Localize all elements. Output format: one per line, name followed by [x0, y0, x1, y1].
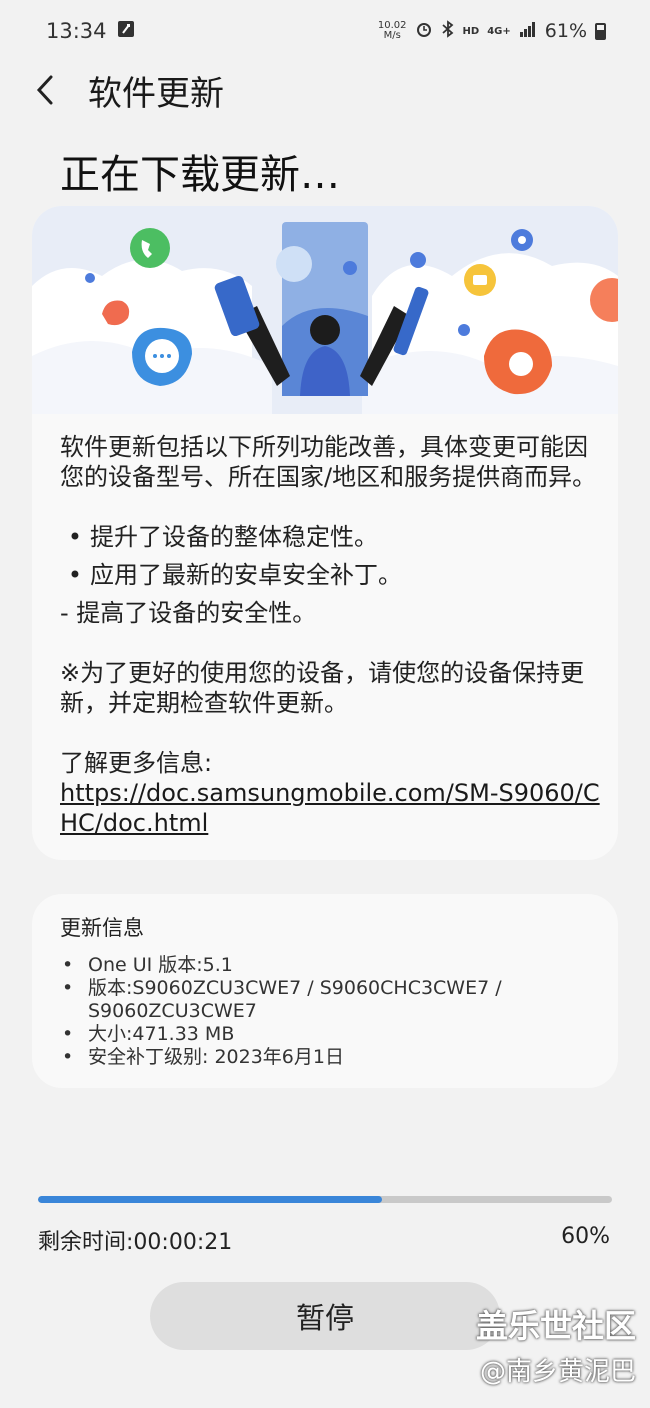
more-info-link[interactable]: https://doc.samsungmobile.com/SM-S9060/C… — [60, 779, 600, 837]
list-item: • One UI 版本:5.1 — [62, 954, 602, 977]
update-note: ※为了更好的使用您的设备，请使您的设备保持更新，并定期检查软件更新。 — [60, 659, 585, 717]
page-title: 正在下载更新… — [60, 152, 340, 198]
pause-button-label: 暂停 — [295, 1301, 354, 1335]
more-info-label: 了解更多信息: — [60, 749, 213, 777]
status-bar: 13:34 10.02 M/s HD 4G+ 61% — [0, 0, 650, 62]
status-right: 10.02 M/s HD 4G+ 61% — [378, 19, 606, 43]
watermark-community: 盖乐世社区 — [475, 1307, 636, 1345]
security-patch-level: 安全补丁级别: 2023年6月1日 — [88, 1046, 344, 1068]
pause-button[interactable]: 暂停 — [150, 1282, 500, 1350]
list-item: • 应用了最新的安卓安全补丁。 — [60, 560, 600, 590]
bullet-text: 提升了设备的整体稳定性。 — [90, 523, 378, 551]
battery-icon — [595, 22, 606, 40]
update-info-list: • One UI 版本:5.1 • 版本:S9060ZCU3CWE7 / S90… — [62, 954, 602, 1069]
build-version: 版本:S9060ZCU3CWE7 / S9060CHC3CWE7 / S9060… — [88, 977, 502, 1022]
description-intro: 软件更新包括以下所列功能改善，具体变更可能因您的设备型号、所在国家/地区和服务提… — [60, 433, 597, 491]
bullet-mark: • — [62, 1023, 74, 1045]
list-item: • 安全补丁级别: 2023年6月1日 — [62, 1046, 602, 1069]
hd-label: HD — [462, 25, 480, 37]
one-ui-version: One UI 版本:5.1 — [88, 954, 233, 976]
battery-percent: 61% — [544, 20, 587, 42]
description-body: 软件更新包括以下所列功能改善，具体变更可能因您的设备型号、所在国家/地区和服务提… — [60, 432, 600, 838]
watermark-author: @南乡黄泥巴 — [479, 1357, 636, 1387]
list-item: • 版本:S9060ZCU3CWE7 / S9060CHC3CWE7 / S90… — [62, 977, 602, 1023]
list-item: • 大小:471.33 MB — [62, 1023, 602, 1046]
bullet-text: 应用了最新的安卓安全补丁。 — [90, 561, 402, 589]
progress-percent: 60% — [561, 1224, 610, 1249]
download-progress-bar — [38, 1196, 612, 1203]
remaining-time: 剩余时间:00:00:21 — [38, 1230, 233, 1255]
net-speed: 10.02 M/s — [378, 21, 407, 41]
dash-line: - 提高了设备的安全性。 — [60, 599, 317, 627]
status-left: 13:34 — [46, 19, 135, 43]
bullet-mark: • — [62, 954, 74, 976]
alarm-icon — [415, 20, 433, 43]
header-title: 软件更新 — [88, 73, 224, 114]
bullet-mark: • — [62, 1046, 74, 1068]
app-notification-icon — [117, 19, 135, 43]
back-button[interactable] — [20, 65, 70, 115]
description-card: 软件更新包括以下所列功能改善，具体变更可能因您的设备型号、所在国家/地区和服务提… — [32, 206, 618, 860]
net-speed-unit: M/s — [383, 30, 401, 41]
download-progress-fill — [38, 1196, 383, 1203]
update-info-card: 更新信息 • One UI 版本:5.1 • 版本:S9060ZCU3CWE7 … — [32, 894, 618, 1088]
bluetooth-icon — [441, 19, 455, 43]
bullet-mark: • — [67, 523, 83, 551]
update-illustration — [32, 206, 618, 414]
clock: 13:34 — [46, 19, 107, 43]
network-type-label: 4G+ — [487, 25, 511, 37]
update-size: 大小:471.33 MB — [88, 1023, 235, 1045]
bullet-mark: • — [62, 977, 74, 999]
bullet-mark: • — [67, 561, 83, 589]
header: 软件更新 — [0, 62, 650, 118]
list-item: • 提升了设备的整体稳定性。 — [60, 522, 600, 552]
update-info-title: 更新信息 — [60, 916, 144, 940]
chevron-left-icon — [36, 75, 53, 105]
watermark: 盖乐世社区 @南乡黄泥巴 — [476, 1306, 636, 1392]
signal-icon — [519, 20, 537, 42]
